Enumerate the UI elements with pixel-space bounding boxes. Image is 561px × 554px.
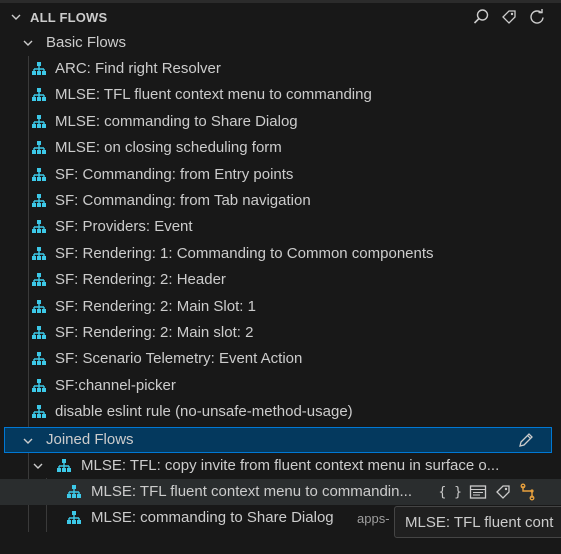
preview-icon[interactable] [469,483,487,501]
flow-label: MLSE: commanding to Share Dialog [55,112,298,130]
flow-icon [32,326,46,339]
flow-label: ARC: Find right Resolver [55,60,221,77]
search-icon[interactable] [471,7,491,27]
flow-icon [32,220,46,234]
flow-item[interactable]: SF: Providers: Event [0,214,561,240]
flow-item[interactable]: MLSE: on closing scheduling form [0,135,561,161]
flow-item[interactable]: ARC: Find right Resolver [0,56,561,82]
flow-icon [32,141,46,155]
section-actions [471,7,547,27]
group-label: Joined Flows [46,431,134,448]
group-joined-flows[interactable]: Joined Flows [4,427,552,453]
flow-label: SF: Providers: Event [55,218,193,236]
flow-icon [32,299,46,313]
flow-label: MLSE: on closing scheduling form [55,139,282,157]
flow-item[interactable]: SF: Commanding: from Entry points [0,162,561,188]
group-actions [517,431,535,449]
flow-item[interactable]: MLSE: TFL fluent context menu to command… [0,82,561,108]
flow-label: MLSE: TFL: copy invite from fluent conte… [81,457,500,474]
flow-icon [32,88,46,102]
flow-icon [32,405,46,419]
flow-item[interactable]: SF: Commanding: from Tab navigation [0,188,561,214]
flow-icon [32,352,46,366]
group-label: Basic Flows [46,34,127,51]
flow-label: SF: Rendering: 2: Header [55,271,226,289]
flow-icon [67,511,81,524]
joined-flow-child[interactable]: MLSE: TFL fluent context menu to command… [0,479,561,505]
braces-icon[interactable]: { } [439,483,462,501]
flow-item[interactable]: SF: Scenario Telemetry: Event Action [0,346,561,372]
all-flows-panel: ALL FLOWS Basic Flows ARC: Find right Re… [0,0,561,554]
chevron-down-icon[interactable] [32,460,44,472]
flow-label: MLSE: commanding to Share Dialog [91,509,334,526]
flow-icon [32,62,46,75]
flow-label: SF: Commanding: from Tab navigation [55,192,311,209]
flow-icon [57,459,71,472]
tag-icon[interactable] [499,7,519,27]
flow-label: SF: Rendering: 1: Commanding to Common c… [55,244,434,262]
joined-flow-parent[interactable]: MLSE: TFL: copy invite from fluent conte… [0,453,561,479]
flow-label: MLSE: TFL fluent context menu to command… [91,483,412,500]
flow-item[interactable]: SF: Rendering: 2: Header [0,267,561,293]
refresh-icon[interactable] [527,7,547,27]
flow-icon [67,485,81,498]
flow-icon [32,273,46,287]
flow-icon [32,378,46,392]
chevron-down-icon[interactable] [22,37,34,49]
flow-icon [32,114,46,128]
row-actions: { } [439,483,537,501]
flow-icon [32,167,46,181]
chevron-down-icon[interactable] [10,11,22,23]
chevron-down-icon[interactable] [22,435,34,447]
flow-label: disable eslint rule (no-unsafe-method-us… [55,403,353,421]
flow-item[interactable]: SF: Rendering: 1: Commanding to Common c… [0,241,561,267]
panel-top-border [0,0,561,3]
pencil-icon[interactable] [517,431,535,449]
flow-description: apps- [357,511,390,526]
flow-item[interactable]: SF: Rendering: 2: Main Slot: 1 [0,294,561,320]
flow-item[interactable]: disable eslint rule (no-unsafe-method-us… [0,399,561,425]
flow-item[interactable]: MLSE: commanding to Share Dialog [0,109,561,135]
flow-label: SF: Scenario Telemetry: Event Action [55,350,303,368]
flow-label: SF:channel-picker [55,376,176,394]
tag-icon[interactable] [494,483,512,501]
flow-item[interactable]: SF: Rendering: 2: Main slot: 2 [0,320,561,346]
hover-tooltip: MLSE: TFL fluent cont [394,506,561,538]
flow-label: SF: Commanding: from Entry points [55,165,294,183]
flow-icon [32,194,46,207]
flow-label: SF: Rendering: 2: Main Slot: 1 [55,297,256,315]
flow-label: MLSE: TFL fluent context menu to command… [55,86,372,104]
flow-label: SF: Rendering: 2: Main slot: 2 [55,324,254,341]
section-header-all-flows[interactable]: ALL FLOWS [0,4,561,30]
section-title: ALL FLOWS [30,10,108,25]
group-basic-flows[interactable]: Basic Flows [0,30,561,56]
flow-item[interactable]: SF:channel-picker [0,373,561,399]
flow-orange-icon[interactable] [519,483,537,501]
flow-icon [32,246,46,260]
